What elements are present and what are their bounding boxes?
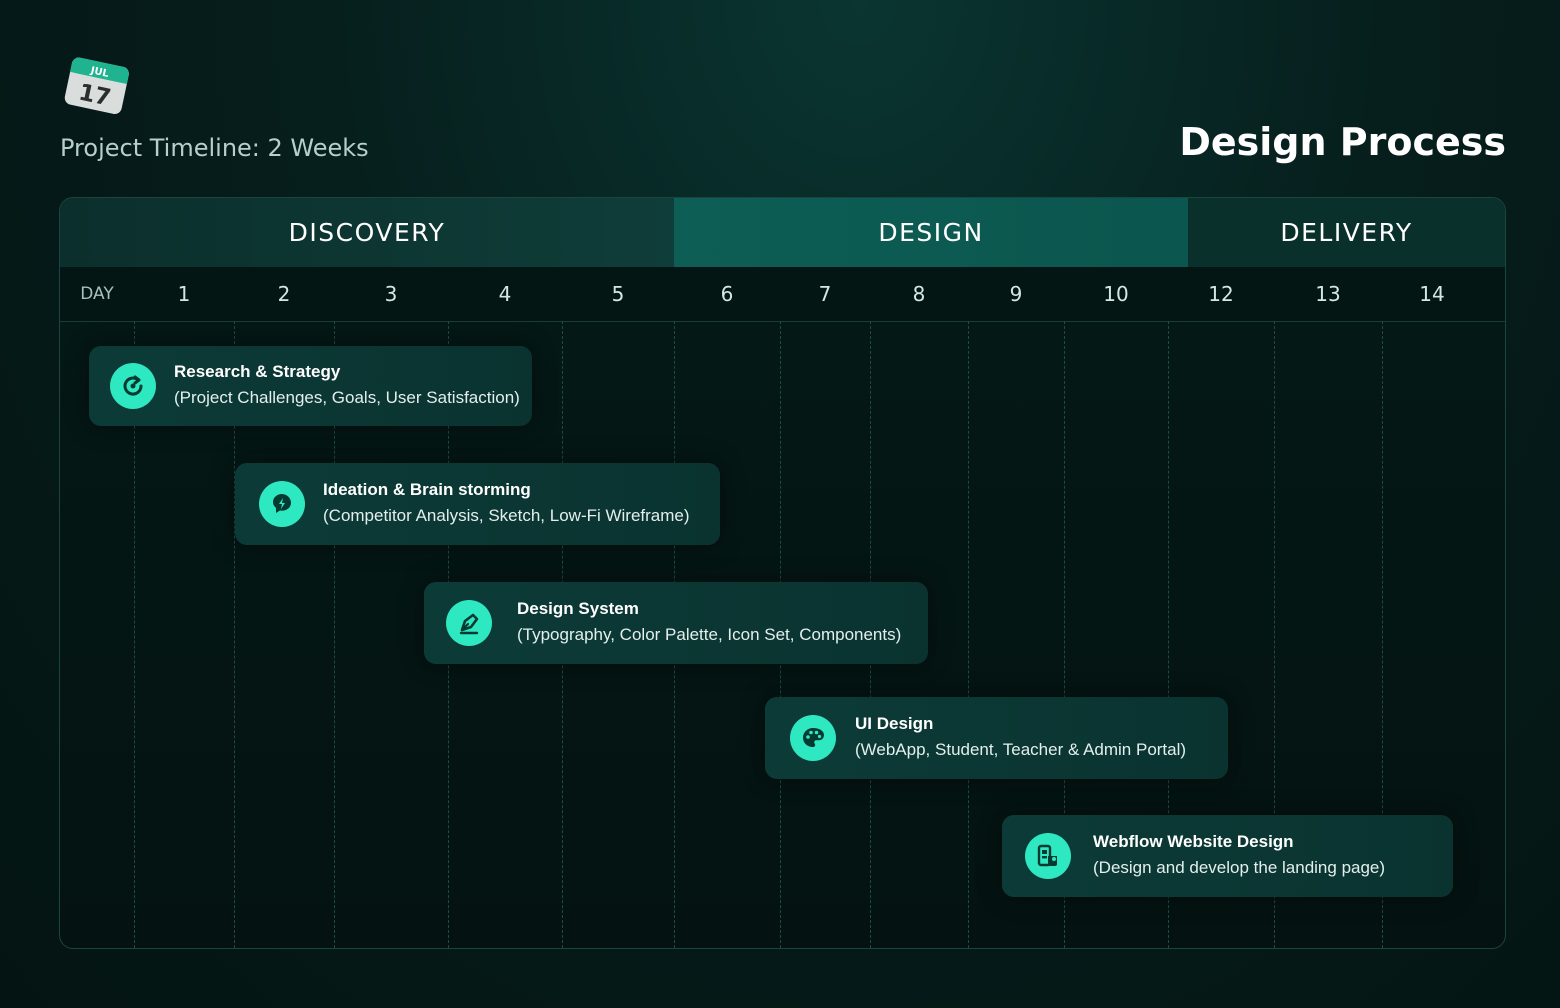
phase-discovery: DISCOVERY: [60, 198, 674, 267]
task-title: Webflow Website Design: [1093, 832, 1294, 851]
page-title: Design Process: [1179, 120, 1506, 164]
day-cell: 10: [1103, 282, 1129, 306]
devices-icon: [1025, 833, 1071, 879]
day-header-label: DAY: [80, 284, 114, 304]
day-cell: 3: [384, 282, 398, 306]
task-ui-design: UI Design (WebApp, Student, Teacher & Ad…: [765, 697, 1228, 779]
day-cell: 2: [277, 282, 291, 306]
project-timeline-label: Project Timeline: 2 Weeks: [60, 134, 369, 162]
task-title: Research & Strategy: [174, 362, 341, 381]
task-ideation-brainstorming: Ideation & Brain storming (Competitor An…: [235, 463, 720, 545]
task-title: UI Design: [855, 714, 934, 733]
task-title: Design System: [517, 599, 639, 618]
refresh-icon: [110, 363, 156, 409]
phase-delivery: DELIVERY: [1188, 198, 1505, 267]
phase-design: DESIGN: [674, 198, 1188, 267]
pen-tool-icon: [446, 600, 492, 646]
day-cell: 12: [1208, 282, 1234, 306]
day-cell: 14: [1419, 282, 1445, 306]
timeline-board: DISCOVERY DESIGN DELIVERY DAY 1 2 3 4 5 …: [59, 197, 1506, 949]
task-subtitle: (Project Challenges, Goals, User Satisfa…: [174, 388, 520, 407]
task-subtitle: (Competitor Analysis, Sketch, Low-Fi Wir…: [323, 506, 690, 525]
task-subtitle: (Typography, Color Palette, Icon Set, Co…: [517, 625, 902, 644]
task-subtitle: (Design and develop the landing page): [1093, 858, 1386, 877]
day-cell: 13: [1315, 282, 1341, 306]
task-webflow-website-design: Webflow Website Design (Design and devel…: [1002, 815, 1453, 897]
day-cell: 1: [177, 282, 191, 306]
day-cell: 7: [818, 282, 832, 306]
task-design-system: Design System (Typography, Color Palette…: [424, 582, 928, 664]
day-cell: 9: [1009, 282, 1023, 306]
day-header-row: DAY 1 2 3 4 5 6 7 8 9 10 12 13 14: [60, 267, 1505, 322]
palette-icon: [790, 715, 836, 761]
task-research-strategy: Research & Strategy (Project Challenges,…: [89, 346, 532, 426]
task-subtitle: (WebApp, Student, Teacher & Admin Portal…: [855, 740, 1187, 759]
task-title: Ideation & Brain storming: [323, 480, 531, 499]
day-cell: 4: [498, 282, 512, 306]
day-cell: 5: [611, 282, 625, 306]
brain-icon: [259, 481, 305, 527]
calendar-icon: JUL 17: [64, 57, 129, 114]
grid-line: [968, 321, 969, 948]
day-cell: 6: [720, 282, 734, 306]
day-cell: 8: [912, 282, 926, 306]
